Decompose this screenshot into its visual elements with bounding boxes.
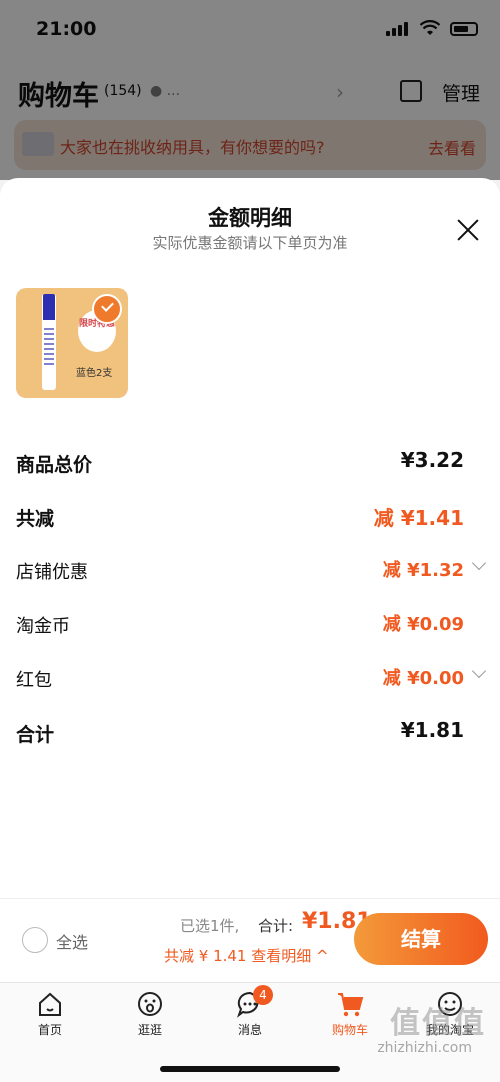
row-label: 商品总价 <box>16 454 93 476</box>
row-taojinbi: 淘金币 减 ¥0.09 <box>16 608 484 644</box>
checkout-button[interactable]: 结算 <box>354 913 488 965</box>
row-label: 淘金币 <box>16 616 70 637</box>
tab-messages[interactable]: 4 消息 <box>200 985 300 1049</box>
selected-count: 已选1件, <box>180 917 240 935</box>
row-value: ¥3.22 <box>400 448 464 472</box>
row-label: 共减 <box>16 508 55 530</box>
row-value: 减 ¥1.41 <box>373 506 464 530</box>
product-variant: 蓝色2支 <box>76 368 113 379</box>
watermark: 值值值 <box>390 1006 486 1041</box>
row-value: 减 ¥0.09 <box>382 614 464 635</box>
tab-explore[interactable]: 逛逛 <box>100 989 200 1049</box>
row-value: 减 ¥1.32 <box>382 560 464 581</box>
row-label: 店铺优惠 <box>16 562 88 583</box>
close-icon[interactable] <box>456 218 480 242</box>
row-grand-total: 合计 ¥1.81 <box>16 716 484 752</box>
checkout-bar: 全选 已选1件, 合计: ¥1.81 共减 ¥ 1.41 查看明细 ^ 结算 <box>0 898 500 982</box>
total-label: 合计: <box>258 917 294 935</box>
tab-label: 逛逛 <box>137 1023 162 1037</box>
home-indicator <box>160 1066 340 1072</box>
home-icon <box>35 989 65 1019</box>
sheet-subtitle: 实际优惠金额请以下单页为准 <box>152 234 348 252</box>
product-thumbnail[interactable]: 限时特惠 蓝色2支 <box>16 288 128 398</box>
sheet-title: 金额明细 <box>208 206 292 230</box>
marker-pen-image <box>42 294 56 390</box>
amount-detail-sheet: 金额明细 实际优惠金额请以下单页为准 限时特惠 蓝色2支 商品总价 ¥3.22 … <box>0 178 500 898</box>
view-detail-link[interactable]: 共减 ¥ 1.41 查看明细 ^ <box>164 945 329 966</box>
row-label: 红包 <box>16 670 52 691</box>
tab-label: 消息 <box>237 1023 262 1037</box>
tab-home[interactable]: 首页 <box>0 989 100 1049</box>
tab-label: 首页 <box>37 1023 62 1037</box>
row-value: 减 ¥0.00 <box>382 668 464 689</box>
chevron-down-icon[interactable] <box>471 663 487 679</box>
message-icon: 4 <box>235 985 273 1019</box>
message-badge: 4 <box>253 985 273 1005</box>
chevron-down-icon[interactable] <box>471 555 487 571</box>
row-goods-total: 商品总价 ¥3.22 <box>16 446 484 482</box>
select-all-label[interactable]: 全选 <box>56 929 88 953</box>
check-icon <box>92 294 122 324</box>
tab-label: 购物车 <box>331 1023 368 1037</box>
cart-icon <box>335 989 365 1019</box>
explore-icon <box>135 989 165 1019</box>
row-label: 合计 <box>16 724 55 746</box>
row-red-packet[interactable]: 红包 减 ¥0.00 <box>16 662 487 698</box>
row-shop-discount[interactable]: 店铺优惠 减 ¥1.32 <box>16 554 487 590</box>
watermark-site: zhizhizhi.com <box>377 1040 472 1056</box>
row-total-discount: 共减 减 ¥1.41 <box>16 500 484 536</box>
modal-overlay[interactable] <box>0 0 500 180</box>
select-all-radio[interactable] <box>22 927 48 953</box>
row-value: ¥1.81 <box>400 718 464 742</box>
